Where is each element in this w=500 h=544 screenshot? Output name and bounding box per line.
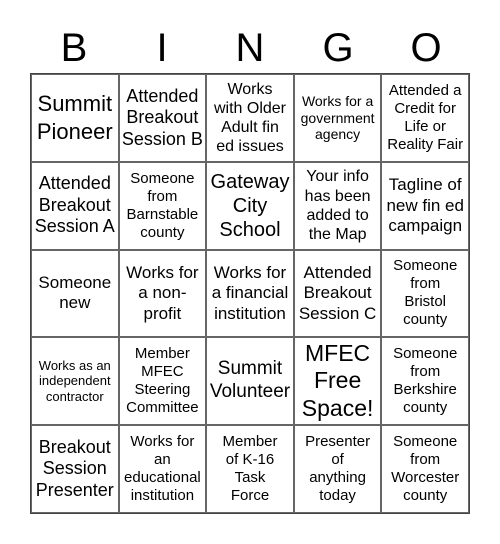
bingo-cell[interactable]: Attended Breakout Session C	[293, 249, 382, 338]
bingo-cell[interactable]: Works for a financial institution	[206, 249, 294, 338]
bingo-cell[interactable]: Works for an educational institution	[118, 425, 207, 513]
free-space-cell[interactable]: MFEC Free Space!	[293, 337, 382, 426]
bingo-cell[interactable]: Works for a non- profit	[118, 249, 207, 338]
bingo-cell[interactable]: Attended Breakout Session B	[118, 74, 207, 162]
header-letter: G	[322, 26, 354, 70]
bingo-cell[interactable]: Someone from Barnstable county	[118, 161, 207, 250]
bingo-cell[interactable]: Someone from Berkshire county	[381, 337, 469, 426]
bingo-cell[interactable]: Breakout Session Presenter	[31, 425, 119, 513]
bingo-cell[interactable]: Attended a Credit for Life or Reality Fa…	[381, 74, 469, 162]
header-letter: I	[156, 26, 168, 70]
bingo-cell[interactable]: Attended Breakout Session A	[31, 161, 119, 250]
bingo-cell[interactable]: Works for a government agency	[293, 74, 382, 162]
header-letter: B	[60, 26, 88, 70]
header-letter: O	[410, 26, 442, 70]
bingo-cell[interactable]: Works as an independent contractor	[31, 337, 119, 426]
bingo-cell[interactable]: Tagline of new fin ed campaign	[381, 161, 469, 250]
bingo-cell[interactable]: Works with Older Adult fin ed issues	[206, 74, 294, 162]
bingo-cell[interactable]: Summit Pioneer	[31, 74, 119, 162]
bingo-cell[interactable]: Presenter of anything today	[293, 425, 382, 513]
bingo-cell[interactable]: Someone new	[31, 249, 119, 338]
bingo-cell[interactable]: Member MFEC Steering Committee	[118, 337, 207, 426]
bingo-cell[interactable]: Someone from Worcester county	[381, 425, 469, 513]
bingo-header: B I N G O	[30, 22, 470, 74]
bingo-cell[interactable]: Gateway City School	[206, 161, 294, 250]
bingo-cell[interactable]: Someone from Bristol county	[381, 249, 469, 338]
bingo-cell[interactable]: Member of K-16 Task Force	[206, 425, 294, 513]
bingo-cell[interactable]: Your info has been added to the Map	[293, 161, 382, 250]
bingo-grid: Summit Pioneer Attended Breakout Session…	[30, 73, 470, 514]
bingo-cell[interactable]: Summit Volunteer	[206, 337, 294, 426]
header-letter: N	[235, 26, 265, 70]
